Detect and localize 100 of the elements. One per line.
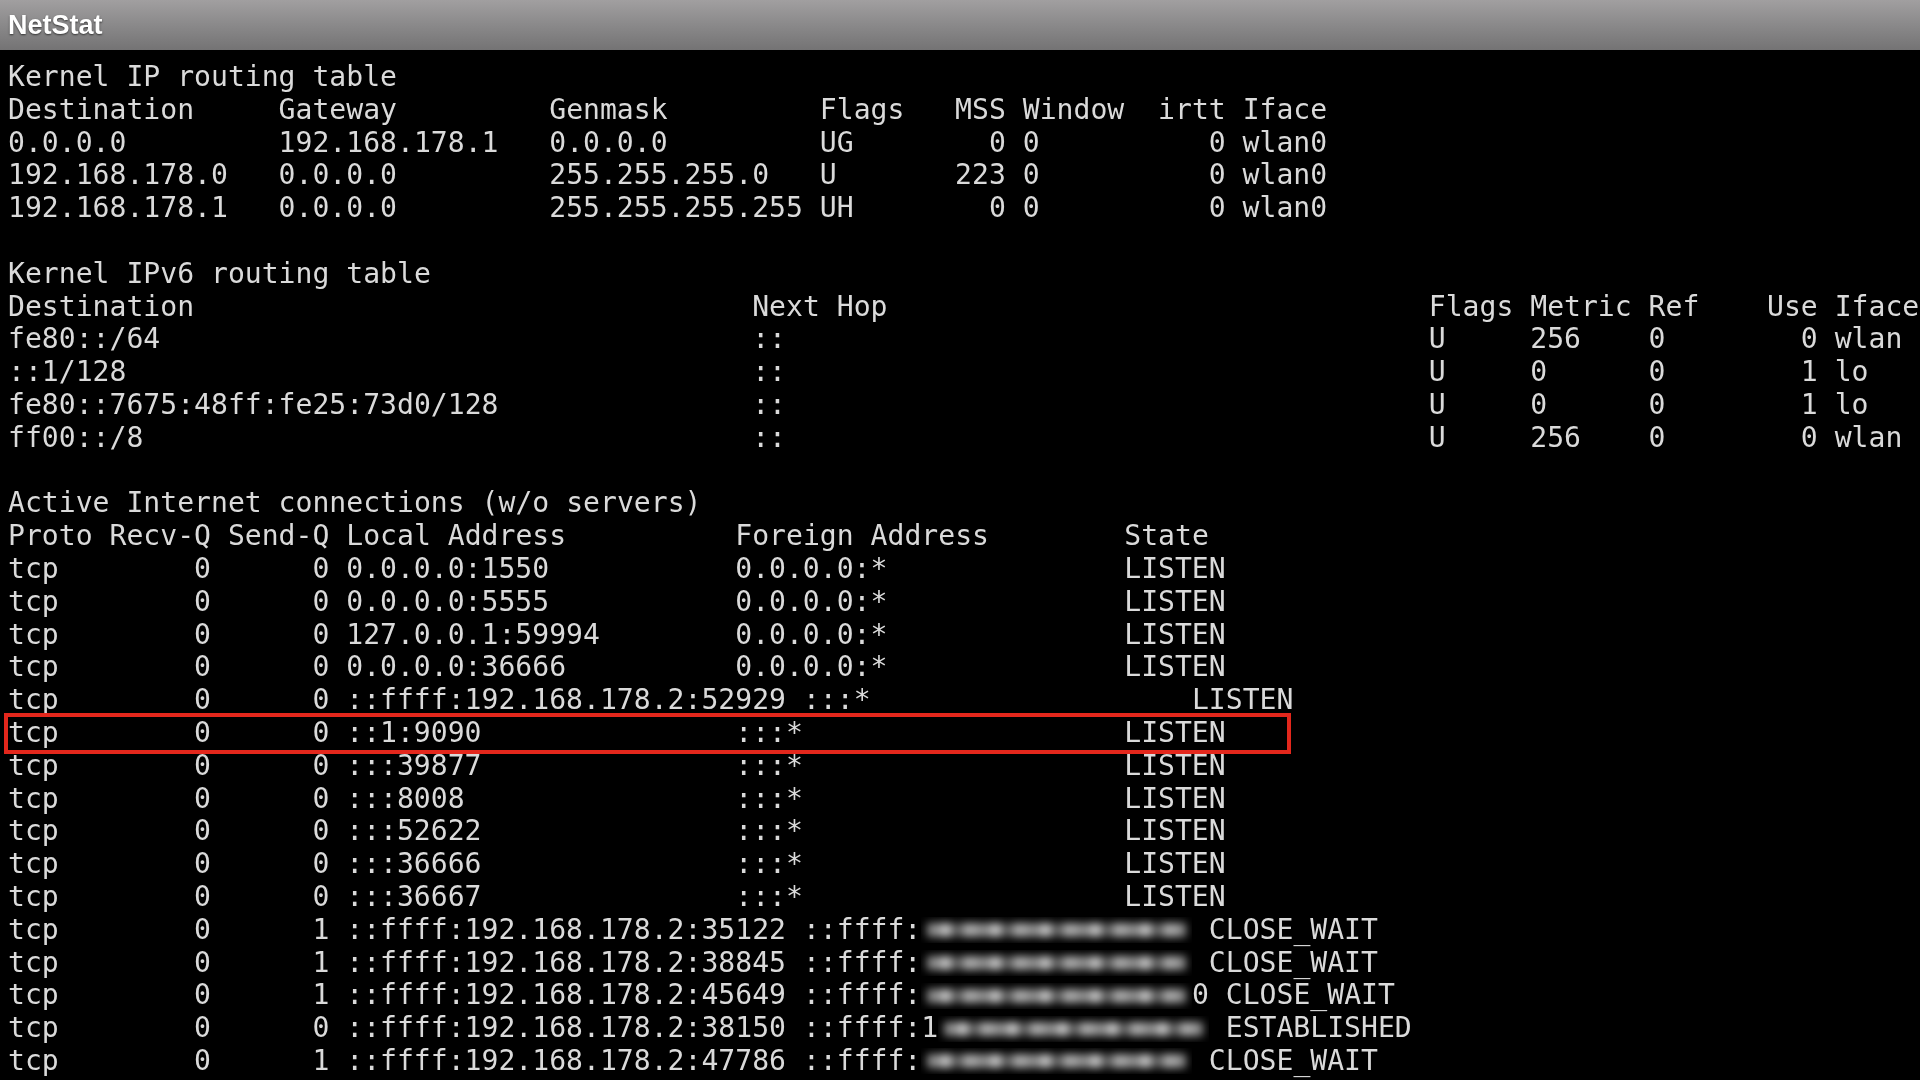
column-header: Genmask: [549, 93, 669, 127]
column-header: Use: [1767, 290, 1818, 324]
table-cell-text: 0: [193, 782, 211, 816]
table-cell-text: 0.0.0.0: [549, 126, 669, 160]
table-cell: wlan: [1834, 323, 1903, 357]
column-header: Foreign Address: [735, 520, 990, 553]
table-cell-text: 0: [1648, 388, 1667, 422]
table-cell: LISTEN: [1124, 716, 1226, 750]
column-header: Destination: [8, 290, 196, 324]
table-cell-text: 0: [1207, 159, 1226, 193]
table-cell-text: tcp: [8, 782, 60, 816]
table-cell-text: 0: [193, 585, 211, 619]
table-cell: CLOSE_WAIT: [1225, 979, 1395, 1013]
table-cell-text: 0: [311, 880, 330, 914]
table-cell: LISTEN: [1124, 782, 1226, 816]
table-cell: lo: [1834, 388, 1869, 422]
table-cell-text: 0.0.0.0: [8, 126, 128, 160]
table-cell-text: 0: [1799, 323, 1818, 357]
section-title: Active Internet connections (w/o servers): [8, 487, 702, 521]
column-header: Flags: [1428, 290, 1515, 324]
table-cell-text: :::*: [735, 848, 804, 881]
table-cell-text: 0: [1648, 356, 1667, 389]
table-cell-text: tcp: [8, 979, 60, 1013]
table-cell-text: 0: [193, 848, 211, 881]
table-cell: ESTABLISHED: [1225, 1012, 1412, 1045]
table-cell-text: 0: [193, 880, 211, 914]
table-cell: CLOSE_WAIT: [1208, 946, 1378, 980]
table-cell-text: 255.255.255.255: [549, 192, 804, 225]
table-cell: LISTEN: [1124, 618, 1226, 652]
table-cell-text: 0: [311, 716, 330, 750]
table-cell-text: 0: [1648, 421, 1667, 455]
table-cell-text: 0: [193, 979, 211, 1013]
table-cell: LISTEN: [1124, 848, 1226, 881]
column-header: irtt: [1157, 93, 1226, 127]
section-title: Kernel IP routing table: [8, 61, 398, 94]
table-cell-text: 0.0.0.0:1550: [346, 552, 551, 586]
table-cell: ::ffff:192.168.178.2:35122: [346, 913, 786, 947]
table-cell: LISTEN: [1124, 552, 1226, 586]
table-cell-text: 1: [1799, 356, 1818, 389]
table-cell-text: tcp: [8, 618, 60, 652]
table-cell-text: 256: [1530, 421, 1582, 455]
table-cell: ::ffff:192.168.178.2:45649: [346, 979, 786, 1013]
table-cell: ::ffff:: [802, 1044, 922, 1078]
table-cell-text: tcp: [8, 946, 60, 980]
table-cell-text: 0: [311, 1012, 330, 1045]
table-cell-text: tcp: [8, 585, 60, 619]
table-cell-text: :::*: [735, 880, 804, 914]
table-cell-text: 1: [311, 979, 330, 1013]
table-cell-text: :::8008: [346, 782, 466, 816]
table-cell-text: ::: [752, 323, 788, 357]
table-cell-text: 0: [193, 749, 211, 783]
table-cell-text: 0.0.0.0:*: [735, 651, 889, 685]
table-cell-text: ::: [752, 388, 788, 422]
table-cell: LISTEN: [1124, 749, 1226, 783]
section-title: Kernel IPv6 routing table: [8, 257, 431, 291]
table-cell-text: :::*: [802, 684, 872, 717]
table-cell: LISTEN: [1124, 815, 1226, 849]
table-cell-text: :::52622: [346, 815, 483, 849]
table-cell-text: 0: [987, 192, 1006, 225]
table-cell-text: fe80::/64: [8, 323, 162, 357]
table-cell-text: 192.168.178.0: [8, 159, 229, 193]
table-cell-text: 0: [193, 946, 211, 980]
table-cell-text: 0: [1530, 388, 1549, 422]
table-cell: CLOSE_WAIT: [1208, 1044, 1378, 1078]
table-cell-text: ::: [752, 356, 788, 389]
table-cell-text: 0: [311, 552, 330, 586]
table-cell-text: UG: [819, 126, 855, 160]
table-cell: ::ffff:192.168.178.2:38150: [346, 1012, 786, 1045]
table-cell-text: 0: [193, 684, 211, 717]
table-cell-text: :::*: [735, 815, 804, 849]
table-cell-text: 1: [311, 913, 330, 947]
table-cell: wlan0: [1242, 192, 1328, 225]
table-cell-text: 0.0.0.0: [278, 192, 398, 225]
column-header: Iface: [1834, 290, 1920, 324]
table-cell-text: 0: [1207, 192, 1226, 225]
table-cell-text: U: [1428, 388, 1447, 422]
table-cell-text: fe80::7675:48ff:fe25:73d0/128: [8, 388, 500, 422]
table-cell-text: ::: [752, 421, 788, 455]
column-header: Recv-Q: [109, 520, 211, 553]
table-cell-text: tcp: [8, 552, 60, 586]
table-cell-text: 1: [311, 946, 330, 980]
column-header: Send-Q: [227, 520, 330, 553]
table-cell-text: ::1/128: [8, 356, 128, 389]
table-cell-text: tcp: [8, 1044, 60, 1078]
table-cell-text: 0: [1022, 192, 1041, 225]
table-cell-text: 0: [311, 651, 330, 685]
table-cell-text: tcp: [8, 880, 60, 914]
table-cell-text: 0: [311, 782, 330, 816]
table-cell-text: 0: [311, 815, 330, 849]
table-cell-text: 0: [193, 618, 211, 652]
table-cell-text: :::*: [735, 782, 804, 816]
table-cell-text: U: [1428, 421, 1447, 455]
column-header: Destination: [8, 93, 196, 127]
table-cell-text: 223: [954, 159, 1006, 193]
table-cell-text: 0: [1799, 421, 1818, 455]
table-cell-text: tcp: [8, 848, 60, 881]
table-cell-text: 0: [311, 684, 330, 717]
table-cell: wlan0: [1242, 126, 1328, 160]
table-cell-text: 0.0.0.0:*: [735, 618, 889, 652]
table-cell-text: 0: [193, 651, 211, 685]
